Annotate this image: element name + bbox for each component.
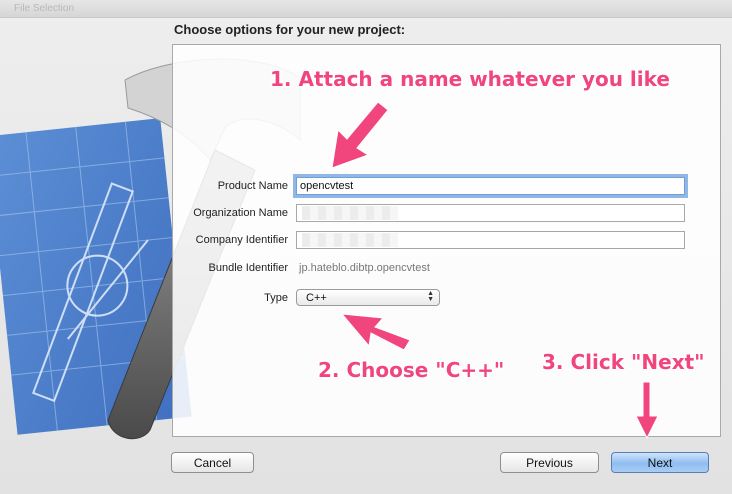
- annotation-step-1: 1. Attach a name whatever you like: [270, 67, 670, 91]
- annotation-step-3: 3. Click "Next": [542, 350, 705, 374]
- annotation-step-2: 2. Choose "C++": [318, 358, 505, 382]
- arrow-to-next: [635, 381, 659, 440]
- arrow-to-type: [340, 313, 411, 351]
- arrow-to-product-name: [331, 101, 389, 169]
